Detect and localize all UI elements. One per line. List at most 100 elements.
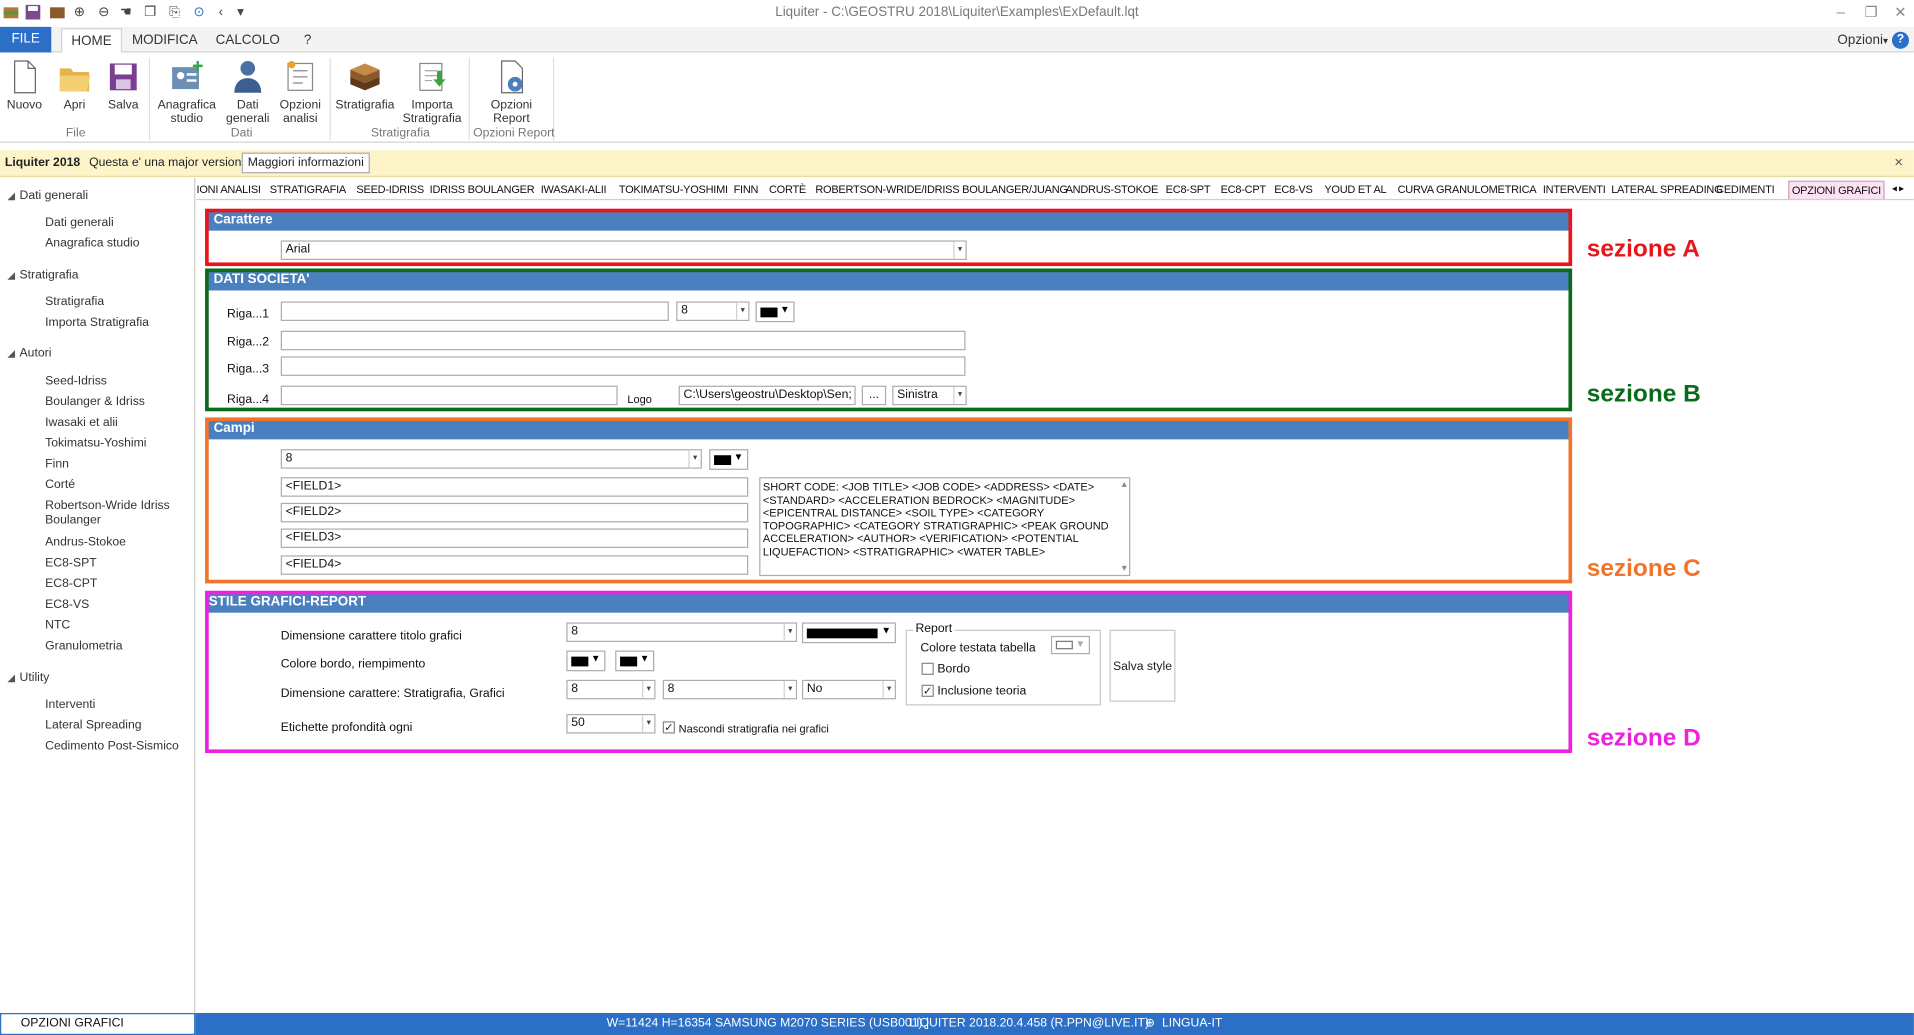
stratigrafia-label: Stratigrafia: [335, 98, 395, 113]
nav-item-ec8-vs[interactable]: EC8-VS: [45, 598, 89, 613]
page-tab-robertson[interactable]: ROBERTSON-WRIDE/IDRISS BOULANGER/JUANG: [815, 183, 1068, 195]
group-dati-label: Dati: [230, 126, 253, 141]
collapse-triangle-icon: ◢: [7, 190, 15, 202]
new-file-icon: [14, 60, 37, 94]
nav-item-tokimatsu[interactable]: Tokimatsu-Yoshimi: [45, 437, 146, 452]
nav-item-boulanger-idriss[interactable]: Boulanger & Idriss: [45, 395, 145, 410]
page-tab-finn[interactable]: FINN: [734, 183, 759, 195]
section-c-frame: [205, 417, 1573, 584]
minimize-button[interactable]: ‒: [1827, 4, 1854, 21]
navigation-tree: ◢ Dati generali Dati generali Anagrafica …: [0, 178, 196, 1014]
anagrafica-studio-label: Anagrafica studio: [157, 98, 216, 126]
page-tab-lateral-spreading[interactable]: LATERAL SPREADING: [1611, 183, 1722, 195]
nav-item-importa-stratigrafia[interactable]: Importa Stratigrafia: [45, 316, 149, 331]
page-tab-cedimenti[interactable]: CEDIMENTI: [1716, 183, 1774, 195]
page-tab-iwasaki[interactable]: IWASAKI-ALII: [541, 183, 607, 195]
settings-sheet-icon: [287, 61, 314, 91]
nav-item-corte[interactable]: Corté: [45, 478, 75, 493]
status-language[interactable]: LINGUA-IT: [1162, 1017, 1222, 1030]
restore-button[interactable]: ❐: [1858, 4, 1885, 21]
collapse-triangle-icon: ◢: [7, 269, 15, 281]
help-icon[interactable]: ?: [1891, 31, 1910, 49]
opzioni-analisi-label: Opzioni analisi: [279, 98, 321, 126]
page-tab-youd[interactable]: YOUD ET AL: [1324, 183, 1386, 195]
group-stratigrafia-label: Stratigrafia: [370, 126, 430, 141]
stratigrafia-button[interactable]: Stratigrafia: [334, 57, 395, 112]
group-file-label: File: [65, 126, 86, 141]
nav-item-iwasaki[interactable]: Iwasaki et alii: [45, 416, 118, 431]
opzioni-report-button[interactable]: Opzioni Report: [480, 57, 543, 126]
options-menu[interactable]: Opzioni▾: [1835, 28, 1891, 52]
report-settings-icon: [501, 60, 524, 94]
page-tab-curva-granulometrica[interactable]: CURVA GRANULOMETRICA: [1398, 183, 1537, 195]
nav-item-interventi[interactable]: Interventi: [45, 698, 95, 713]
info-message: Questa e' una major version: [89, 156, 242, 170]
nav-item-dati-generali[interactable]: Dati generali: [45, 216, 114, 231]
opzioni-analisi-button[interactable]: Opzioni analisi: [276, 57, 325, 126]
nav-category-autori[interactable]: ◢ Autori: [7, 347, 51, 360]
nav-item-ntc[interactable]: NTC: [45, 619, 70, 634]
anagrafica-studio-button[interactable]: Anagrafica studio: [153, 57, 221, 126]
tab-calcolo[interactable]: CALCOLO: [210, 28, 286, 52]
status-current-page: OPZIONI GRAFICI: [0, 1013, 196, 1035]
close-infobar-icon[interactable]: ×: [1894, 154, 1903, 171]
section-d-frame: [205, 590, 1573, 754]
status-bar: OPZIONI GRAFICI W=11424 H=16354 SAMSUNG …: [0, 1013, 1914, 1035]
page-tab-opzioni-analisi[interactable]: IONI ANALISI: [197, 183, 261, 195]
page-tab-ec8-vs[interactable]: EC8-VS: [1274, 183, 1312, 195]
nav-item-andrus-stokoe[interactable]: Andrus-Stokoe: [45, 536, 126, 551]
nav-item-ec8-cpt[interactable]: EC8-CPT: [45, 577, 97, 592]
salva-button[interactable]: Salva: [103, 57, 145, 112]
collapse-triangle-icon: ◢: [7, 347, 15, 359]
page-tab-seed-idriss[interactable]: SEED-IDRISS: [356, 183, 424, 195]
page-tab-corte[interactable]: CORTÈ: [769, 183, 806, 195]
tab-home[interactable]: HOME: [61, 28, 123, 54]
page-tab-tokimatsu[interactable]: TOKIMATSU-YOSHIMI: [619, 183, 728, 195]
nuovo-button[interactable]: Nuovo: [4, 57, 46, 112]
tab-file[interactable]: FILE: [0, 26, 52, 53]
chevron-down-icon: ▾: [1882, 35, 1888, 47]
close-button[interactable]: ✕: [1887, 4, 1914, 21]
page-tab-idriss-boulanger[interactable]: IDRISS BOULANGER: [430, 183, 535, 195]
apri-button[interactable]: Apri: [54, 57, 96, 112]
nav-item-finn[interactable]: Finn: [45, 458, 69, 473]
opzioni-report-label: Opzioni Report: [490, 98, 533, 126]
nav-category-dati-generali[interactable]: ◢ Dati generali: [7, 189, 88, 202]
nav-category-label: Dati generali: [19, 189, 89, 203]
globe-icon: ⊕: [1144, 1016, 1156, 1031]
nav-item-seed-idriss[interactable]: Seed-Idriss: [45, 375, 107, 390]
dati-generali-button[interactable]: Dati generali: [223, 57, 272, 126]
nav-item-ec8-spt[interactable]: EC8-SPT: [45, 557, 97, 572]
tab-modifica[interactable]: MODIFICA: [127, 28, 203, 52]
ribbon-separator: [148, 57, 151, 141]
id-card-icon: [172, 61, 203, 90]
page-tab-ec8-cpt[interactable]: EC8-CPT: [1221, 183, 1267, 195]
page-tab-opzioni-grafici[interactable]: OPZIONI GRAFICI: [1788, 180, 1885, 199]
nav-item-granulometria[interactable]: Granulometria: [45, 640, 122, 655]
window-title: Liquiter - C:\GEOSTRU 2018\Liquiter\Exam…: [775, 4, 1139, 20]
more-info-button[interactable]: Maggiori informazioni: [241, 152, 370, 174]
apri-label: Apri: [63, 98, 86, 113]
nav-item-cedimento[interactable]: Cedimento Post-Sismico: [45, 740, 179, 755]
page-tab-stratigrafia[interactable]: STRATIGRAFIA: [270, 183, 346, 195]
page-tabs: IONI ANALISI STRATIGRAFIA SEED-IDRISS ID…: [196, 180, 1914, 201]
page-tab-andrus-stokoe[interactable]: ANDRUS-STOKOE: [1066, 183, 1159, 195]
nav-category-stratigrafia[interactable]: ◢ Stratigrafia: [7, 269, 78, 282]
page-tabs-scroll-arrows[interactable]: ◂ ▸: [1892, 183, 1904, 194]
tab-help[interactable]: ?: [295, 28, 319, 52]
nav-item-robertson[interactable]: Robertson-Wride Idriss Boulanger: [45, 499, 179, 528]
nav-category-utility[interactable]: ◢ Utility: [7, 671, 49, 684]
importa-stratigrafia-label: Importa Stratigrafia: [402, 98, 462, 126]
nav-item-anagrafica-studio[interactable]: Anagrafica studio: [45, 237, 139, 252]
page-tab-interventi[interactable]: INTERVENTI: [1543, 183, 1606, 195]
importa-stratigrafia-button[interactable]: Importa Stratigrafia: [400, 57, 463, 126]
nav-item-lateral-spreading[interactable]: Lateral Spreading: [45, 719, 141, 734]
nav-item-stratigrafia[interactable]: Stratigrafia: [45, 295, 104, 310]
ribbon-tabs: FILE HOME MODIFICA CALCOLO ? Opzioni▾ ?: [0, 26, 1914, 54]
ribbon-separator: [329, 57, 331, 141]
section-d-label: sezione D: [1586, 724, 1701, 752]
info-bar: Liquiter 2018 Questa e' una major versio…: [0, 150, 1914, 177]
page-tab-ec8-spt[interactable]: EC8-SPT: [1166, 183, 1211, 195]
ribbon-separator: [468, 57, 470, 141]
section-a-frame: [205, 208, 1573, 267]
